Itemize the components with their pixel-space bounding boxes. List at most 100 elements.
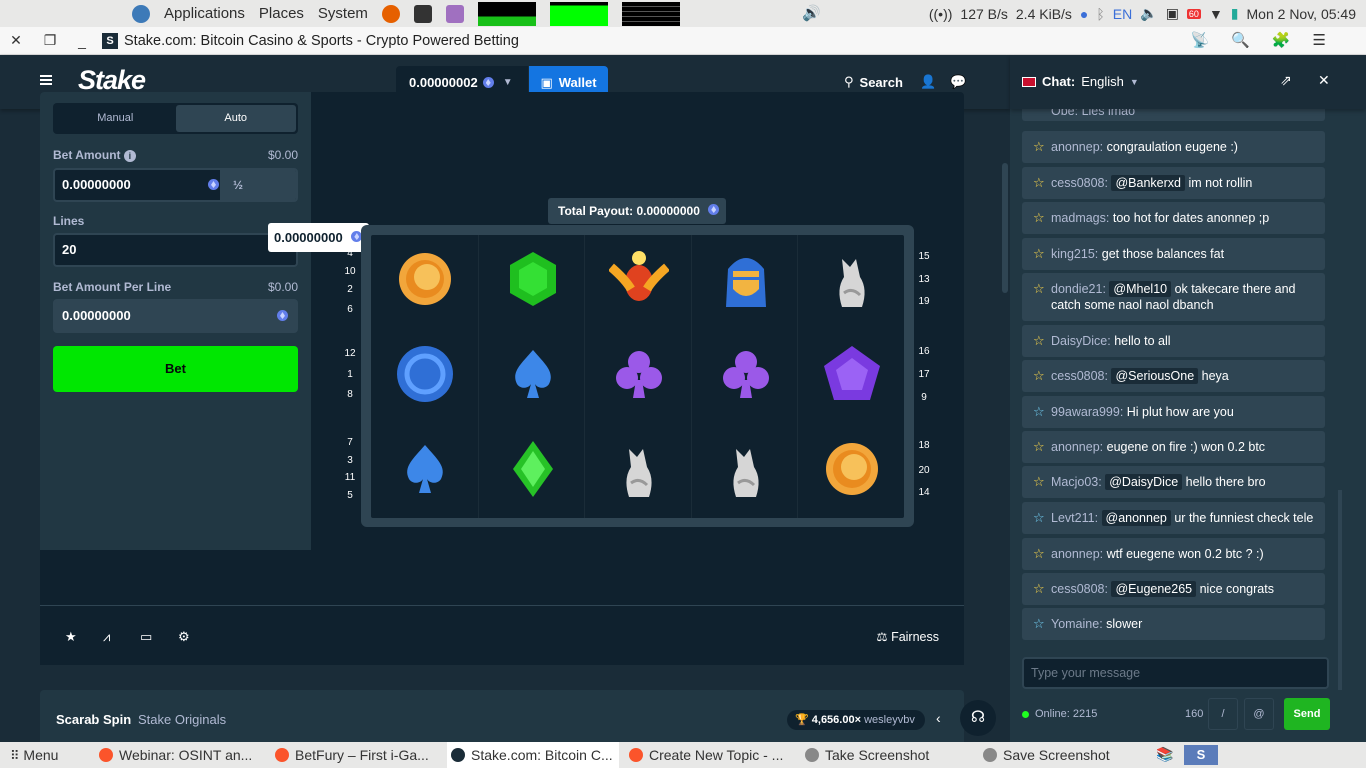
chat-username[interactable]: DaisyDice (1051, 334, 1107, 348)
command-button[interactable]: / (1208, 698, 1238, 730)
user-icon[interactable]: 👤 (920, 74, 936, 90)
chat-username[interactable]: dondie21 (1051, 282, 1102, 296)
close-chat-icon[interactable]: ✕ (1318, 72, 1330, 89)
network-icon[interactable]: ((•)) (929, 6, 953, 22)
stats-chart-icon[interactable]: ⩘ (103, 629, 110, 645)
search-button[interactable]: ⚲ Search (844, 74, 903, 90)
restore-window-icon[interactable]: ❐ (40, 32, 60, 49)
chat-message: ☆ king215: get those balances fat (1022, 238, 1325, 270)
hamburger-menu-icon[interactable] (40, 75, 52, 85)
send-button[interactable]: Send (1284, 698, 1330, 730)
info-icon[interactable]: i (123, 150, 136, 162)
theatre-mode-icon[interactable]: ▭ (140, 629, 152, 645)
accessibility-icon[interactable]: ● (1080, 6, 1088, 22)
chat-username[interactable]: Macjo03 (1051, 475, 1098, 489)
chat-username[interactable]: anonnep (1051, 547, 1100, 561)
chat-text: hello there bro (1185, 475, 1266, 489)
chat-mention[interactable]: @Eugene265 (1111, 581, 1197, 597)
taskbar-item[interactable]: Take Screenshot (801, 742, 973, 768)
scarab-symbol-icon (608, 249, 671, 309)
screenshot-tray-icon[interactable]: ▣ (1166, 5, 1179, 22)
taskbar-item[interactable]: BetFury – First i-Ga... (271, 742, 441, 768)
chat-text: too hot for dates anonnep ;p (1112, 211, 1270, 225)
firefox-icon[interactable] (381, 4, 400, 23)
lines-select[interactable]: 20 ▼ (53, 233, 298, 267)
page-scrollbar[interactable] (1002, 163, 1008, 293)
star-icon: ☆ (1033, 210, 1045, 225)
uk-flag-icon (1022, 76, 1036, 87)
distro-logo-icon[interactable] (132, 4, 150, 23)
close-window-icon[interactable]: ✕ (6, 32, 26, 49)
star-icon: ☆ (1033, 439, 1045, 454)
tab-manual[interactable]: Manual (55, 105, 176, 132)
chat-toggle-icon[interactable]: 💬 (950, 74, 966, 90)
taskbar-item[interactable]: Create New Topic - ... (625, 742, 795, 768)
chat-message-input[interactable]: Type your message (1022, 657, 1329, 689)
chat-message: ☆ dondie21: @Mhel10 ok takecare there and… (1022, 273, 1325, 321)
menu-system[interactable]: System (318, 5, 368, 22)
fairness-button[interactable]: ⚖ Fairness (876, 629, 939, 644)
app-icon (275, 748, 289, 762)
star-icon: ☆ (1033, 616, 1045, 631)
file-manager-icon[interactable]: 📚 (1156, 746, 1173, 763)
top-win-badge[interactable]: 🏆 4,656.00× wesleyvbv (787, 710, 925, 730)
chat-title: Chat: (1042, 74, 1076, 89)
chat-text: slower (1106, 617, 1143, 631)
taskbar-item[interactable]: Save Screenshot (979, 742, 1119, 768)
chat-mention[interactable]: @anonnep (1101, 510, 1171, 526)
chat-username[interactable]: anonnep (1051, 140, 1100, 154)
chat-username[interactable]: cess0808 (1051, 582, 1105, 596)
game-provider[interactable]: Stake Originals (138, 712, 226, 727)
popout-icon[interactable]: ⇗ (1280, 72, 1292, 89)
extensions-icon[interactable]: 🧩 (1272, 31, 1291, 49)
favorite-star-icon[interactable]: ★ (65, 629, 77, 645)
clock[interactable]: Mon 2 Nov, 05:49 (1247, 6, 1356, 22)
taskbar-menu-button[interactable]: ⠿ Menu (10, 742, 88, 768)
chat-username[interactable]: cess0808 (1051, 369, 1105, 383)
star-icon: ☆ (1033, 546, 1045, 561)
chat-username[interactable]: 99awara999 (1051, 405, 1120, 419)
memory-graph (549, 1, 608, 26)
menu-places[interactable]: Places (259, 5, 304, 22)
stake-taskbar-icon[interactable]: S (1184, 745, 1218, 765)
settings-gear-icon[interactable]: ⚙ (178, 629, 190, 645)
terminal-icon[interactable] (413, 4, 432, 23)
chat-username[interactable]: cess0808 (1051, 176, 1105, 190)
pharaoh-symbol-icon (716, 249, 776, 309)
half-button[interactable]: ½ (220, 168, 296, 202)
chevron-left-icon[interactable]: ‹ (936, 710, 941, 726)
bet-button[interactable]: Bet (53, 346, 298, 392)
menu-applications[interactable]: Applications (164, 5, 245, 22)
volume-icon[interactable]: 🔊 (802, 4, 821, 22)
chat-message: ☆ 99awara999: Hi plut how are you (1022, 396, 1325, 428)
chat-scrollbar[interactable] (1338, 490, 1342, 690)
chat-mention[interactable]: @SeriousOne (1111, 368, 1199, 384)
chat-username[interactable]: anonnep (1051, 440, 1100, 454)
chat-username[interactable]: Yomaine (1051, 617, 1099, 631)
text-editor-icon[interactable] (445, 4, 464, 23)
taskbar-item[interactable]: Webinar: OSINT an... (95, 742, 265, 768)
cast-icon[interactable]: 📡 (1190, 31, 1209, 49)
speaker-icon[interactable]: 🔈 (1140, 5, 1157, 22)
keyboard-layout[interactable]: EN (1113, 6, 1132, 22)
per-line-value: 0.00000000 (62, 308, 131, 323)
support-headset-icon[interactable]: ☊ (960, 700, 996, 736)
chat-header: Chat: English ▼ ⇗ ✕ (1010, 55, 1366, 109)
chat-mention[interactable]: @Mhel10 (1109, 281, 1172, 297)
bluetooth-icon[interactable]: ᛒ (1096, 6, 1104, 22)
chat-username[interactable]: madmags (1051, 211, 1106, 225)
chat-mention[interactable]: @DaisyDice (1105, 474, 1183, 490)
chat-username[interactable]: king215 (1051, 247, 1095, 261)
chat-text: hello to all (1114, 334, 1171, 348)
mention-button[interactable]: @ (1244, 698, 1274, 730)
chat-username[interactable]: Levt211 (1051, 511, 1095, 525)
minimize-window-icon[interactable]: _ (72, 33, 92, 49)
zoom-icon[interactable]: 🔍 (1231, 31, 1250, 49)
bet-amount-input[interactable]: 0.00000000 ½ (53, 168, 298, 202)
tab-auto[interactable]: Auto (175, 105, 296, 132)
wifi-icon[interactable]: ▼ (1209, 6, 1223, 22)
chat-mention[interactable]: @Bankerxd (1111, 175, 1185, 191)
chat-language-selector[interactable]: Chat: English ▼ (1022, 74, 1139, 89)
browser-menu-icon[interactable]: ☰ (1313, 31, 1326, 49)
taskbar-item[interactable]: Stake.com: Bitcoin C... (447, 742, 619, 768)
